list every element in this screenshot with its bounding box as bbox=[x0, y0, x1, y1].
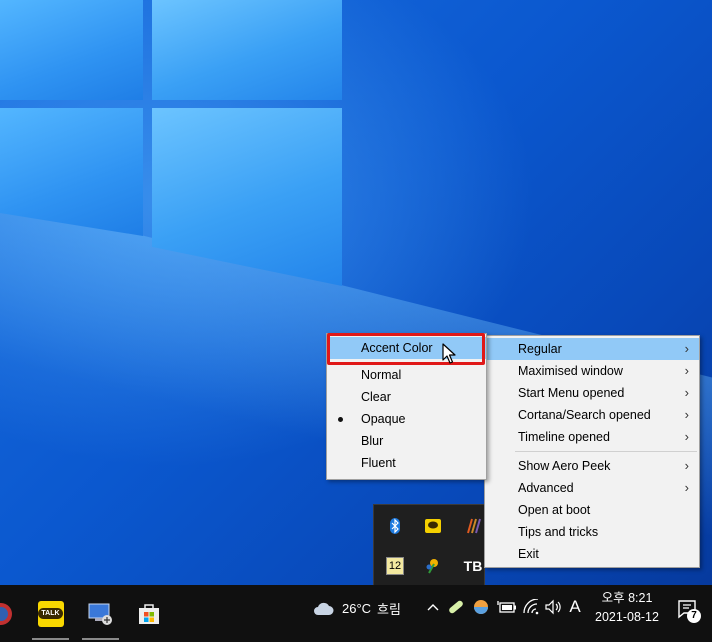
number-tray-icon[interactable]: 12 bbox=[386, 557, 404, 575]
weather-condition: 흐림 bbox=[377, 601, 401, 617]
menu-item-clear[interactable]: Clear bbox=[327, 386, 486, 408]
chevron-right-icon: › bbox=[684, 407, 689, 422]
number-tray-label: 12 bbox=[388, 560, 402, 572]
menu-item-label: Normal bbox=[361, 368, 402, 382]
clock-date: 2021-08-12 bbox=[595, 610, 659, 624]
weather-widget[interactable]: 26°C 흐림 bbox=[312, 597, 401, 619]
running-indicator bbox=[32, 638, 69, 640]
menu-item-label: Open at boot bbox=[518, 503, 591, 517]
notification-center-button[interactable]: 7 bbox=[676, 597, 701, 623]
chevron-right-icon: › bbox=[684, 341, 689, 356]
mouse-cursor-icon bbox=[442, 343, 456, 364]
input-method-indicator[interactable]: A bbox=[566, 596, 584, 618]
taskbar-microsoft-store[interactable] bbox=[126, 585, 171, 642]
weather-temperature: 26°C bbox=[342, 600, 372, 616]
battery-icon[interactable] bbox=[496, 596, 518, 618]
chevron-right-icon: › bbox=[684, 363, 689, 378]
translucenttb-label: TB bbox=[463, 558, 483, 574]
taskbar-remote-desktop[interactable] bbox=[78, 585, 123, 642]
bluetooth-icon[interactable] bbox=[386, 517, 404, 535]
menu-item-start-menu-opened[interactable]: Start Menu opened › bbox=[485, 382, 699, 404]
taskbar-kakaotalk[interactable]: TALK bbox=[28, 585, 73, 642]
tray-overflow-flyout: 12 TB bbox=[373, 504, 485, 586]
menu-item-advanced[interactable]: Advanced › bbox=[485, 477, 699, 499]
taskbar-app-partial[interactable] bbox=[0, 585, 23, 642]
taskbar: TALK 26°C 흐림 A 오후 8:21 2021-08-12 7 bbox=[0, 585, 712, 642]
wallpaper-logo-pane bbox=[0, 0, 143, 100]
kakaotalk-icon-label: TALK bbox=[38, 608, 63, 619]
menu-item-label: Tips and tricks bbox=[518, 525, 599, 539]
menu-item-fluent[interactable]: Fluent bbox=[327, 452, 486, 474]
translucenttb-tray-icon[interactable]: TB bbox=[463, 557, 483, 575]
radio-selected-icon bbox=[338, 417, 343, 422]
color-ball-icon[interactable] bbox=[471, 596, 491, 618]
wifi-icon[interactable] bbox=[521, 596, 541, 618]
menu-item-regular[interactable]: Regular › bbox=[485, 338, 699, 360]
kakaotalk-icon: TALK bbox=[37, 600, 64, 627]
chevron-up-icon[interactable] bbox=[425, 596, 441, 618]
chevron-right-icon: › bbox=[684, 385, 689, 400]
ime-label: A bbox=[569, 597, 581, 616]
menu-item-show-aero-peek[interactable]: Show Aero Peek › bbox=[485, 455, 699, 477]
running-indicator bbox=[82, 638, 119, 640]
menu-item-label: Start Menu opened bbox=[518, 386, 625, 400]
menu-item-label: Timeline opened bbox=[518, 430, 610, 444]
pill-icon[interactable] bbox=[446, 596, 466, 618]
menu-item-label: Blur bbox=[361, 434, 384, 448]
remote-desktop-icon bbox=[88, 603, 112, 625]
menu-item-maximised-window[interactable]: Maximised window › bbox=[485, 360, 699, 382]
menu-item-exit[interactable]: Exit bbox=[485, 543, 699, 565]
store-bag-icon bbox=[138, 603, 159, 624]
clock-time: 오후 8:21 bbox=[601, 591, 653, 605]
menu-item-cortana-search-opened[interactable]: Cortana/Search opened › bbox=[485, 404, 699, 426]
menu-item-label: Fluent bbox=[361, 456, 396, 470]
cloud-icon bbox=[314, 602, 334, 615]
menu-item-tips-and-tricks[interactable]: Tips and tricks bbox=[485, 521, 699, 543]
menu-item-label: Regular bbox=[518, 342, 562, 356]
menu-item-opaque[interactable]: Opaque bbox=[327, 408, 486, 430]
notification-count-badge: 7 bbox=[687, 609, 701, 623]
menu-item-label: Cortana/Search opened bbox=[518, 408, 651, 422]
speaker-icon[interactable] bbox=[543, 596, 563, 618]
chevron-right-icon: › bbox=[684, 458, 689, 473]
chevron-right-icon: › bbox=[684, 480, 689, 495]
menu-item-label: Show Aero Peek bbox=[518, 459, 611, 473]
flower-tray-icon[interactable] bbox=[424, 557, 442, 575]
translucenttb-context-menu: Regular › Maximised window › Start Menu op… bbox=[484, 335, 700, 568]
menu-item-timeline-opened[interactable]: Timeline opened › bbox=[485, 426, 699, 448]
chevron-right-icon: › bbox=[684, 429, 689, 444]
wallpaper-logo-pane bbox=[152, 0, 342, 100]
menu-separator bbox=[515, 451, 697, 452]
menu-item-blur[interactable]: Blur bbox=[327, 430, 486, 452]
menu-item-open-at-boot[interactable]: Open at boot bbox=[485, 499, 699, 521]
taskbar-clock[interactable]: 오후 8:21 2021-08-12 bbox=[588, 589, 666, 627]
menu-item-label: Clear bbox=[361, 390, 391, 404]
menu-item-label: Opaque bbox=[361, 412, 406, 426]
annotation-highlight-box bbox=[327, 333, 485, 365]
menu-item-normal[interactable]: Normal bbox=[327, 364, 486, 386]
menu-item-label: Advanced bbox=[518, 481, 574, 495]
kakaotalk-tray-icon[interactable] bbox=[424, 517, 442, 535]
color-stripes-tray-icon[interactable] bbox=[464, 517, 482, 535]
menu-item-label: Maximised window bbox=[518, 364, 623, 378]
menu-item-label: Exit bbox=[518, 547, 539, 561]
